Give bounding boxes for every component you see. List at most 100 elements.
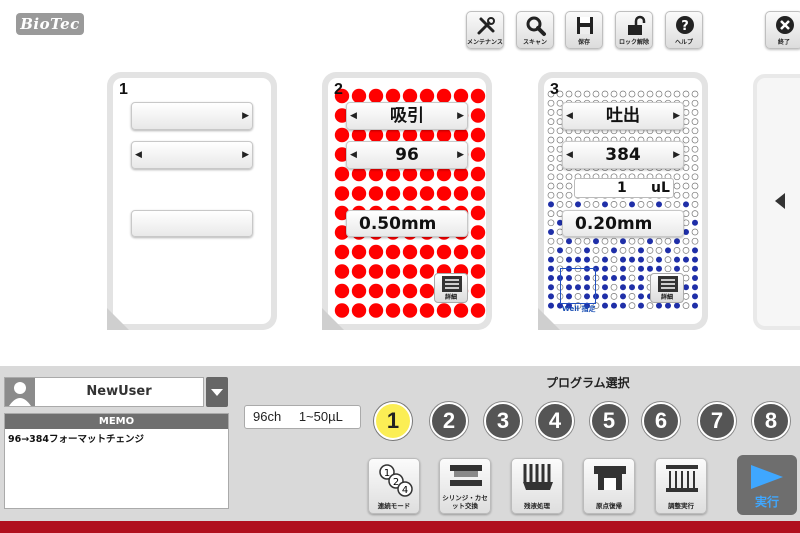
step3-action-value: 吐出 [606, 106, 640, 126]
list-icon [442, 276, 462, 292]
arrow-left-icon[interactable]: ◀ [135, 142, 142, 169]
unlock-label: ロック解除 [618, 39, 649, 46]
head-channels: 96ch [253, 409, 282, 424]
home-return-label: 原点復帰 [596, 502, 622, 510]
close-icon [776, 16, 794, 34]
program-5-button[interactable]: 5 [590, 402, 628, 440]
step3-volume-unit: uL [651, 180, 670, 196]
step3-detail-button[interactable]: 詳細 [650, 273, 684, 303]
adjust-execute-button[interactable]: 調整実行 [655, 458, 707, 514]
arrow-right-icon[interactable]: ▶ [457, 103, 464, 130]
program-3-button[interactable]: 3 [484, 402, 522, 440]
run-label: 実行 [754, 495, 779, 509]
home-icon [594, 466, 626, 490]
unlock-icon [628, 15, 646, 35]
triangle-left-icon[interactable] [773, 192, 787, 210]
step-number: 3 [550, 81, 559, 98]
step3-volume-field[interactable]: 1 uL [574, 178, 674, 198]
syringe-cassette-label: シリンジ・カセット交換 [442, 494, 488, 510]
arrow-left-icon[interactable]: ◀ [350, 103, 357, 130]
detail-label: 詳細 [660, 294, 673, 301]
continuous-mode-button[interactable]: 1 2 4 連続モード [368, 458, 420, 514]
step3-volume-value: 1 [617, 180, 627, 196]
well-select-label[interactable]: Well 指定 [562, 304, 595, 314]
user-dropdown-button[interactable] [206, 377, 228, 407]
program-7-button[interactable]: 7 [698, 402, 736, 440]
step2-height-field[interactable]: 0.50mm [346, 210, 468, 237]
arrow-left-icon[interactable]: ◀ [566, 142, 573, 169]
step3-plate-value: 384 [605, 145, 641, 165]
step2-detail-button[interactable]: 詳細 [434, 273, 468, 303]
step2-action-value: 吸引 [390, 106, 424, 126]
program-8-button[interactable]: 8 [752, 402, 790, 440]
avatar [5, 378, 35, 406]
memo-header: MEMO [5, 414, 228, 429]
step2-action-select[interactable]: ◀ 吸引 ▶ [346, 102, 468, 130]
step-panel-2-body: 2 ◀ 吸引 ▶ ◀ 96 ▶ 0.50mm 詳細 [328, 78, 486, 324]
pipette-tips-icon [523, 464, 553, 490]
residual-processing-button[interactable]: 残液処理 [511, 458, 563, 514]
step1-height-field[interactable] [131, 210, 253, 237]
maintenance-button[interactable]: メンテナンス [466, 11, 504, 49]
user-icon [9, 382, 31, 406]
arrow-right-icon[interactable]: ▶ [457, 142, 464, 169]
biotec-logo: BioTec [16, 13, 84, 35]
arrow-left-icon[interactable]: ◀ [350, 142, 357, 169]
exit-label: 終了 [777, 39, 790, 46]
bottom-accent-bar [0, 521, 800, 533]
play-icon [751, 465, 783, 489]
step2-plate-select[interactable]: ◀ 96 ▶ [346, 141, 468, 169]
step1-plate-select[interactable]: ◀ ▶ [131, 141, 253, 169]
arrow-right-icon[interactable]: ▶ [673, 103, 680, 130]
step3-plate-select[interactable]: ◀ 384 ▶ [562, 141, 684, 169]
step3-action-select[interactable]: ◀ 吐出 ▶ [562, 102, 684, 130]
head-spec-display: 96ch 1~50µL [244, 405, 361, 429]
panel-corner [107, 308, 129, 330]
program-6-button[interactable]: 6 [642, 402, 680, 440]
step-panel-1[interactable]: 1 ▶ ◀ ▶ [107, 72, 277, 330]
help-button[interactable]: ? ヘルプ [665, 11, 703, 49]
save-button[interactable]: 保存 [565, 11, 603, 49]
head-volume-range: 1~50µL [298, 409, 343, 424]
adjust-icon [666, 465, 698, 492]
step3-height-field[interactable]: 0.20mm [562, 210, 684, 237]
well-selection-box[interactable] [560, 268, 596, 304]
syringe-cassette-button[interactable]: シリンジ・カセット交換 [439, 458, 491, 514]
step-panel-3-body: 3 ◀ 吐出 ▶ ◀ 384 ▶ 1 uL 0.20mm Well 指定 詳細 [544, 78, 702, 324]
arrow-right-icon[interactable]: ▶ [673, 142, 680, 169]
continuous-mode-icon: 1 2 4 [379, 464, 413, 497]
step1-action-select[interactable]: ▶ [131, 102, 253, 130]
list-icon [658, 276, 678, 292]
residual-processing-label: 残液処理 [524, 502, 550, 510]
arrow-right-icon[interactable]: ▶ [242, 142, 249, 169]
step-panel-3[interactable]: 3 ◀ 吐出 ▶ ◀ 384 ▶ 1 uL 0.20mm Well 指定 詳細 [538, 72, 708, 330]
adjust-execute-label: 調整実行 [668, 502, 694, 510]
maintenance-label: メンテナンス [467, 39, 503, 46]
run-button[interactable]: 実行 [737, 455, 797, 515]
scan-label: スキャン [522, 39, 547, 46]
step-panel-2[interactable]: 2 ◀ 吸引 ▶ ◀ 96 ▶ 0.50mm 詳細 [322, 72, 492, 330]
memo-box[interactable]: MEMO 96→384フォーマットチェンジ [4, 413, 229, 509]
unlock-button[interactable]: ロック解除 [615, 11, 653, 49]
program-2-button[interactable]: 2 [430, 402, 468, 440]
step-number: 2 [334, 81, 343, 98]
program-1-button[interactable]: 1 [374, 402, 412, 440]
arrow-right-icon[interactable]: ▶ [242, 103, 249, 130]
step-panel-1-body: 1 ▶ ◀ ▶ [113, 78, 271, 324]
syringe-cassette-icon [450, 465, 482, 486]
svg-text:4: 4 [402, 485, 408, 496]
arrow-left-icon[interactable]: ◀ [566, 103, 573, 130]
help-icon: ? [676, 16, 694, 34]
detail-label: 詳細 [444, 294, 457, 301]
save-label: 保存 [577, 39, 590, 46]
continuous-mode-label: 連続モード [377, 502, 411, 510]
exit-button[interactable]: 終了 [765, 11, 800, 49]
next-step-tab[interactable] [753, 74, 800, 330]
user-name: NewUser [86, 384, 152, 399]
help-label: ヘルプ [674, 39, 693, 46]
home-return-button[interactable]: 原点復帰 [583, 458, 635, 514]
scan-button[interactable]: スキャン [516, 11, 554, 49]
user-selector[interactable]: NewUser [4, 377, 204, 407]
program-4-button[interactable]: 4 [536, 402, 574, 440]
memo-text[interactable]: 96→384フォーマットチェンジ [5, 429, 228, 447]
